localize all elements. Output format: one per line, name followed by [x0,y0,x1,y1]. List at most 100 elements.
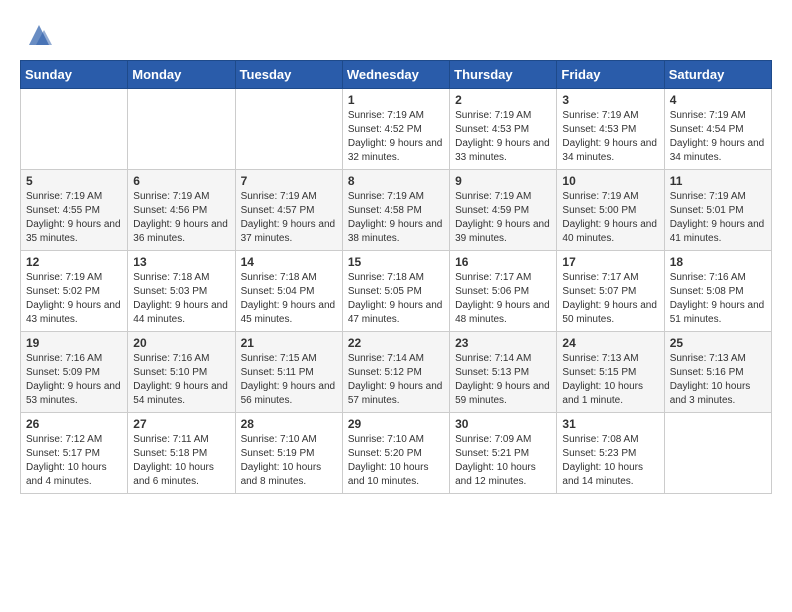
calendar-cell: 9 Sunrise: 7:19 AM Sunset: 4:59 PM Daylig… [450,170,557,251]
day-info: Sunrise: 7:19 AM Sunset: 4:54 PM Dayligh… [670,109,766,165]
logo [20,20,54,50]
day-info: Sunrise: 7:09 AM Sunset: 5:21 PM Dayligh… [455,433,551,489]
calendar-cell: 13 Sunrise: 7:18 AM Sunset: 5:03 PM Dayli… [128,251,235,332]
day-number: 23 [455,336,551,350]
calendar-cell: 16 Sunrise: 7:17 AM Sunset: 5:06 PM Dayli… [450,251,557,332]
calendar-cell: 14 Sunrise: 7:18 AM Sunset: 5:04 PM Dayli… [235,251,342,332]
day-info: Sunrise: 7:18 AM Sunset: 5:05 PM Dayligh… [348,271,444,327]
day-number: 25 [670,336,766,350]
day-info: Sunrise: 7:19 AM Sunset: 4:58 PM Dayligh… [348,190,444,246]
calendar-cell: 28Sunrise: 7:10 AM Sunset: 5:19 PM Dayli… [235,413,342,494]
col-header-tuesday: Tuesday [235,61,342,89]
calendar-cell: 17 Sunrise: 7:17 AM Sunset: 5:07 PM Dayli… [557,251,664,332]
day-number: 6 [133,174,229,188]
calendar-cell: 20 Sunrise: 7:16 AM Sunset: 5:10 PM Dayli… [128,332,235,413]
day-number: 30 [455,417,551,431]
calendar-cell: 11 Sunrise: 7:19 AM Sunset: 5:01 PM Dayli… [664,170,771,251]
day-info: Sunrise: 7:18 AM Sunset: 5:04 PM Dayligh… [241,271,337,327]
calendar-cell [128,89,235,170]
day-number: 16 [455,255,551,269]
calendar-cell: 8 Sunrise: 7:19 AM Sunset: 4:58 PM Daylig… [342,170,449,251]
day-number: 24 [562,336,658,350]
calendar-cell: 23Sunrise: 7:14 AM Sunset: 5:13 PM Dayli… [450,332,557,413]
calendar-cell: 5 Sunrise: 7:19 AM Sunset: 4:55 PM Daylig… [21,170,128,251]
day-number: 11 [670,174,766,188]
calendar-week-2: 5 Sunrise: 7:19 AM Sunset: 4:55 PM Daylig… [21,170,772,251]
day-number: 26 [26,417,122,431]
day-info: Sunrise: 7:19 AM Sunset: 4:59 PM Dayligh… [455,190,551,246]
day-info: Sunrise: 7:08 AM Sunset: 5:23 PM Dayligh… [562,433,658,489]
day-number: 7 [241,174,337,188]
day-number: 31 [562,417,658,431]
day-number: 20 [133,336,229,350]
calendar-cell: 27Sunrise: 7:11 AM Sunset: 5:18 PM Dayli… [128,413,235,494]
day-number: 19 [26,336,122,350]
day-info: Sunrise: 7:19 AM Sunset: 5:00 PM Dayligh… [562,190,658,246]
day-info: Sunrise: 7:10 AM Sunset: 5:19 PM Dayligh… [241,433,337,489]
calendar-cell: 10 Sunrise: 7:19 AM Sunset: 5:00 PM Dayli… [557,170,664,251]
calendar-cell: 30 Sunrise: 7:09 AM Sunset: 5:21 PM Dayli… [450,413,557,494]
calendar-cell: 19 Sunrise: 7:16 AM Sunset: 5:09 PM Dayli… [21,332,128,413]
calendar-cell: 15Sunrise: 7:18 AM Sunset: 5:05 PM Dayli… [342,251,449,332]
day-info: Sunrise: 7:10 AM Sunset: 5:20 PM Dayligh… [348,433,444,489]
col-header-friday: Friday [557,61,664,89]
day-number: 5 [26,174,122,188]
day-info: Sunrise: 7:17 AM Sunset: 5:07 PM Dayligh… [562,271,658,327]
day-number: 9 [455,174,551,188]
day-info: Sunrise: 7:19 AM Sunset: 4:55 PM Dayligh… [26,190,122,246]
calendar-cell [21,89,128,170]
day-info: Sunrise: 7:16 AM Sunset: 5:09 PM Dayligh… [26,352,122,408]
day-info: Sunrise: 7:19 AM Sunset: 4:57 PM Dayligh… [241,190,337,246]
day-number: 8 [348,174,444,188]
day-info: Sunrise: 7:12 AM Sunset: 5:17 PM Dayligh… [26,433,122,489]
day-number: 3 [562,93,658,107]
calendar-cell: 3 Sunrise: 7:19 AM Sunset: 4:53 PM Daylig… [557,89,664,170]
logo-icon [24,20,54,50]
day-number: 12 [26,255,122,269]
calendar-cell: 24 Sunrise: 7:13 AM Sunset: 5:15 PM Dayli… [557,332,664,413]
calendar-week-3: 12 Sunrise: 7:19 AM Sunset: 5:02 PM Dayli… [21,251,772,332]
col-header-monday: Monday [128,61,235,89]
day-info: Sunrise: 7:13 AM Sunset: 5:15 PM Dayligh… [562,352,658,408]
day-number: 14 [241,255,337,269]
calendar-cell: 25 Sunrise: 7:13 AM Sunset: 5:16 PM Dayli… [664,332,771,413]
calendar-cell: 26 Sunrise: 7:12 AM Sunset: 5:17 PM Dayli… [21,413,128,494]
day-info: Sunrise: 7:16 AM Sunset: 5:08 PM Dayligh… [670,271,766,327]
col-header-saturday: Saturday [664,61,771,89]
col-header-wednesday: Wednesday [342,61,449,89]
calendar-cell: 4 Sunrise: 7:19 AM Sunset: 4:54 PM Daylig… [664,89,771,170]
calendar-cell: 1 Sunrise: 7:19 AM Sunset: 4:52 PM Daylig… [342,89,449,170]
day-info: Sunrise: 7:14 AM Sunset: 5:12 PM Dayligh… [348,352,444,408]
day-number: 4 [670,93,766,107]
day-number: 18 [670,255,766,269]
day-number: 1 [348,93,444,107]
col-header-thursday: Thursday [450,61,557,89]
col-header-sunday: Sunday [21,61,128,89]
calendar-week-1: 1 Sunrise: 7:19 AM Sunset: 4:52 PM Daylig… [21,89,772,170]
calendar-cell: 31 Sunrise: 7:08 AM Sunset: 5:23 PM Dayli… [557,413,664,494]
day-info: Sunrise: 7:19 AM Sunset: 5:02 PM Dayligh… [26,271,122,327]
calendar-cell [235,89,342,170]
day-number: 17 [562,255,658,269]
day-info: Sunrise: 7:18 AM Sunset: 5:03 PM Dayligh… [133,271,229,327]
calendar-cell: 18 Sunrise: 7:16 AM Sunset: 5:08 PM Dayli… [664,251,771,332]
day-number: 13 [133,255,229,269]
day-number: 2 [455,93,551,107]
day-number: 10 [562,174,658,188]
day-number: 29 [348,417,444,431]
calendar-cell: 12 Sunrise: 7:19 AM Sunset: 5:02 PM Dayli… [21,251,128,332]
calendar-cell: 6Sunrise: 7:19 AM Sunset: 4:56 PM Daylig… [128,170,235,251]
calendar-cell: 21Sunrise: 7:15 AM Sunset: 5:11 PM Dayli… [235,332,342,413]
day-info: Sunrise: 7:16 AM Sunset: 5:10 PM Dayligh… [133,352,229,408]
day-info: Sunrise: 7:17 AM Sunset: 5:06 PM Dayligh… [455,271,551,327]
day-number: 22 [348,336,444,350]
day-info: Sunrise: 7:15 AM Sunset: 5:11 PM Dayligh… [241,352,337,408]
day-info: Sunrise: 7:19 AM Sunset: 4:53 PM Dayligh… [562,109,658,165]
day-info: Sunrise: 7:19 AM Sunset: 5:01 PM Dayligh… [670,190,766,246]
calendar-week-5: 26 Sunrise: 7:12 AM Sunset: 5:17 PM Dayli… [21,413,772,494]
calendar-header-row: SundayMondayTuesdayWednesdayThursdayFrid… [21,61,772,89]
day-info: Sunrise: 7:13 AM Sunset: 5:16 PM Dayligh… [670,352,766,408]
day-info: Sunrise: 7:19 AM Sunset: 4:53 PM Dayligh… [455,109,551,165]
calendar-cell [664,413,771,494]
day-info: Sunrise: 7:19 AM Sunset: 4:52 PM Dayligh… [348,109,444,165]
